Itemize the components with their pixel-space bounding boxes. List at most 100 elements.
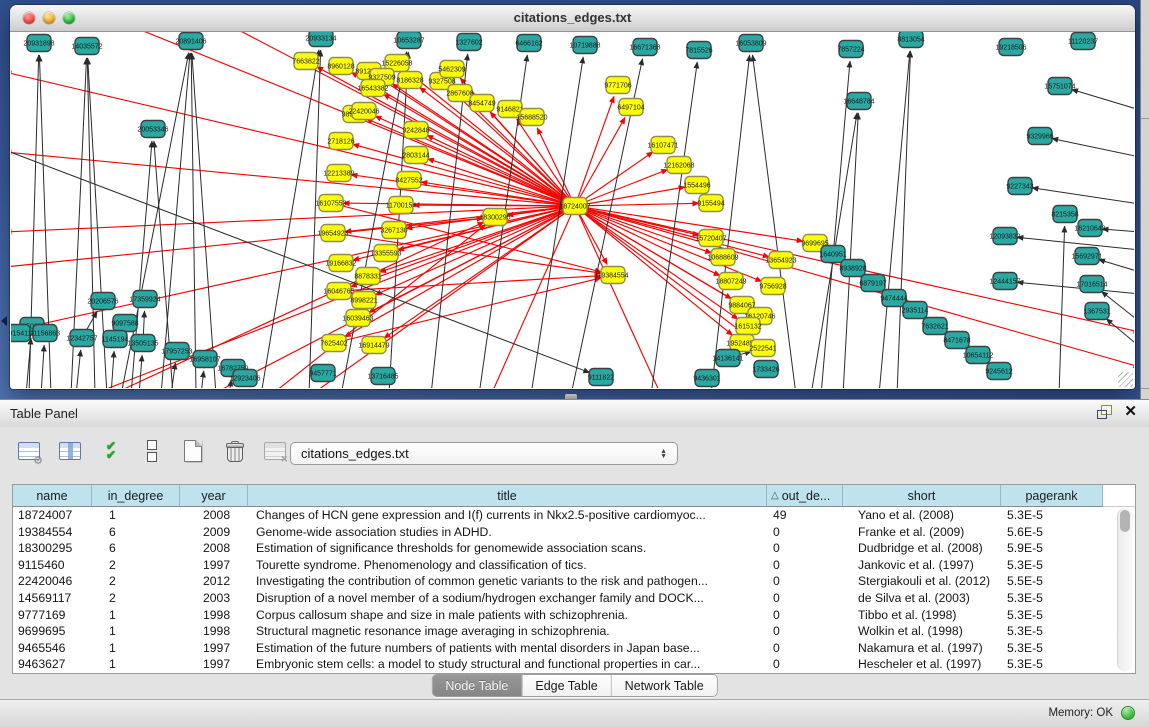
graph-node[interactable]: 7857224 <box>837 41 864 58</box>
graph-node[interactable]: 16671368 <box>629 39 660 56</box>
tab-node-table[interactable]: Node Table <box>432 675 522 696</box>
graph-edge[interactable] <box>879 51 910 388</box>
table-cell[interactable]: de Silva et al. (2003) <box>843 590 1001 607</box>
graph-node[interactable]: 7815526 <box>685 42 712 59</box>
graph-node[interactable]: 13654923 <box>765 252 796 269</box>
graph-node[interactable]: 1733426 <box>752 361 779 378</box>
column-header-year[interactable]: year <box>180 485 248 507</box>
table-cell[interactable]: 5.3E-5 <box>1001 623 1103 640</box>
memory-status-indicator[interactable] <box>1121 706 1135 720</box>
graph-node[interactable]: 9242848 <box>402 122 429 139</box>
table-cell[interactable]: Dudbridge et al. (2008) <box>843 540 1001 557</box>
network-canvas[interactable]: 2093189814035572208914062093313410653287… <box>11 32 1134 388</box>
graph-edge[interactable] <box>575 152 653 206</box>
table-cell[interactable]: Disruption of a novel member of a sodium… <box>248 590 767 607</box>
graph-node[interactable]: 1145194 <box>102 331 129 348</box>
docked-panel-edge[interactable] <box>1140 0 1149 399</box>
table-cell[interactable]: Genome-wide association studies in ADHD. <box>248 524 767 541</box>
table-cell[interactable]: 22420046 <box>13 573 92 590</box>
graph-node[interactable]: 9245612 <box>985 363 1012 380</box>
graph-node[interactable]: 11156863 <box>30 325 60 342</box>
graph-node[interactable]: 16543382 <box>357 80 388 97</box>
graph-edge[interactable] <box>1017 237 1134 250</box>
table-cell[interactable]: 1997 <box>180 640 248 657</box>
graph-node[interactable]: 14136141 <box>712 350 743 367</box>
graph-node[interactable]: 5462309 <box>438 61 465 78</box>
graph-node[interactable]: 20933134 <box>305 32 336 47</box>
graph-edge[interactable] <box>897 51 911 388</box>
graph-node[interactable]: 8960128 <box>327 58 354 75</box>
graph-node[interactable]: 12342757 <box>66 330 97 347</box>
graph-edge[interactable] <box>111 351 114 388</box>
table-cell[interactable]: 49 <box>767 507 843 524</box>
table-options-button[interactable]: ⚙ <box>14 436 44 466</box>
graph-node[interactable]: 11120237 <box>1068 33 1098 50</box>
table-cell[interactable]: Tourette syndrome. Phenomenology and cla… <box>248 557 767 574</box>
column-header-short[interactable]: short <box>843 485 1001 507</box>
graph-node[interactable]: 15720407 <box>695 230 726 247</box>
table-cell[interactable]: 0 <box>767 623 843 640</box>
table-cell[interactable]: 2 <box>92 573 180 590</box>
graph-edge[interactable] <box>1102 229 1134 232</box>
window-resize-grip[interactable] <box>1118 372 1133 387</box>
graph-node[interactable]: 19654923 <box>317 225 348 242</box>
graph-node[interactable]: 1554496 <box>683 177 710 194</box>
graph-node[interactable]: 9436301 <box>693 370 720 387</box>
graph-node[interactable]: 2803144 <box>402 147 429 164</box>
graph-edge[interactable] <box>575 206 661 388</box>
graph-edge[interactable] <box>1032 188 1134 204</box>
graph-node[interactable]: 19166832 <box>325 255 356 272</box>
table-row[interactable]: 1938455462009Genome-wide association stu… <box>13 524 1135 541</box>
table-cell[interactable]: 0 <box>767 524 843 541</box>
graph-node[interactable]: 2522541 <box>749 340 776 357</box>
panel-collapse-arrow-icon[interactable] <box>1 316 7 326</box>
graph-node[interactable]: 16958107 <box>189 351 220 368</box>
graph-node[interactable]: 13505135 <box>127 335 158 352</box>
graph-node[interactable]: 17016514 <box>1076 276 1107 293</box>
graph-node[interactable]: 8998221 <box>350 292 377 309</box>
column-header-out_de[interactable]: △out_de... <box>767 485 843 507</box>
graph-node[interactable]: 9771706 <box>604 77 631 94</box>
graph-node[interactable]: 1615132 <box>734 318 761 335</box>
graph-edge[interactable] <box>1072 89 1135 110</box>
graph-node[interactable]: 16914479 <box>358 337 389 354</box>
float-panel-icon[interactable] <box>1097 405 1112 419</box>
graph-node[interactable]: 16107471 <box>647 137 678 154</box>
table-row[interactable]: 946362711997Embryonic stem cells: a mode… <box>13 656 1135 673</box>
table-cell[interactable]: 5.3E-5 <box>1001 607 1103 624</box>
graph-edge[interactable] <box>575 117 625 206</box>
table-cell[interactable]: Structural magnetic resonance image aver… <box>248 623 767 640</box>
table-cell[interactable]: 0 <box>767 557 843 574</box>
table-cell[interactable]: Yano et al. (2008) <box>843 507 1001 524</box>
graph-node[interactable]: 7625402 <box>320 335 347 352</box>
graph-edge[interactable] <box>575 169 668 206</box>
network-window[interactable]: citations_edges.txt 20931898140355722089… <box>10 5 1135 389</box>
table-cell[interactable]: 1997 <box>180 557 248 574</box>
table-cell[interactable]: 9465546 <box>13 640 92 657</box>
table-cell[interactable]: 6 <box>92 540 180 557</box>
table-cell[interactable]: Investigating the contribution of common… <box>248 573 767 590</box>
tab-network-table[interactable]: Network Table <box>612 675 717 696</box>
graph-node[interactable]: 15688520 <box>516 109 547 126</box>
table-cell[interactable]: 5.3E-5 <box>1001 656 1103 673</box>
graph-node[interactable]: 7632621 <box>921 318 948 335</box>
table-row[interactable]: 946554611997Estimation of the future num… <box>13 640 1135 657</box>
graph-edge[interactable] <box>1106 319 1134 347</box>
graph-node[interactable]: 9227343 <box>1006 178 1033 195</box>
column-header-name[interactable]: name <box>13 485 92 507</box>
graph-edge[interactable] <box>1052 139 1134 158</box>
graph-node[interactable]: 20206576 <box>87 293 118 310</box>
graph-node[interactable]: 6879197 <box>859 275 886 292</box>
graph-node[interactable]: 8813054 <box>897 32 924 48</box>
table-cell[interactable]: Stergiakouli et al. (2012) <box>843 573 1001 590</box>
table-row[interactable]: 1830029562008Estimation of significance … <box>13 540 1135 557</box>
table-cell[interactable]: 1998 <box>180 623 248 640</box>
graph-edge[interactable] <box>575 96 614 206</box>
table-cell[interactable]: 5.9E-5 <box>1001 540 1103 557</box>
graph-edge[interactable] <box>379 206 575 272</box>
graph-node[interactable]: 3267130 <box>380 222 407 239</box>
graph-node[interactable]: 10688609 <box>707 249 738 266</box>
graph-node[interactable]: 8215358 <box>1051 206 1078 223</box>
table-cell[interactable]: Tibbo et al. (1998) <box>843 607 1001 624</box>
select-all-button[interactable]: ✔✔ <box>96 436 126 466</box>
